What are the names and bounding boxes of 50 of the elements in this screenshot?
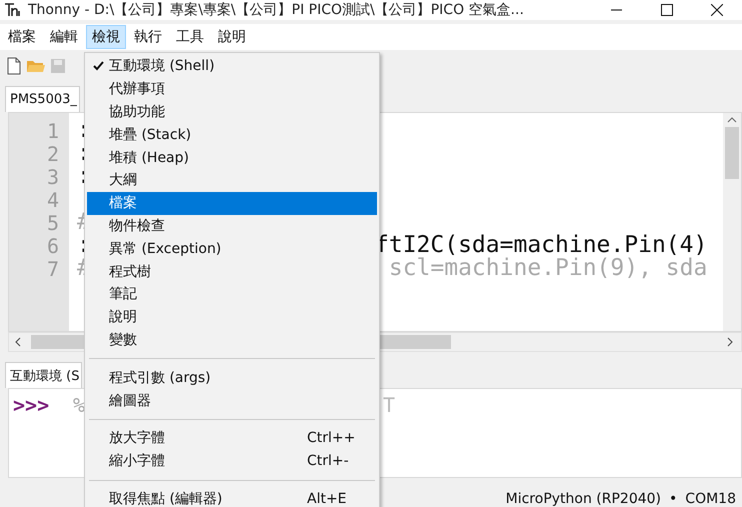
menu-item[interactable]: 物件檢查 xyxy=(87,214,377,238)
line-number: 4 xyxy=(46,188,60,211)
port-status: COM18 xyxy=(685,491,736,507)
menu-item[interactable]: 放大字體 Ctrl++ xyxy=(87,426,377,450)
menu-item[interactable]: 檔案 xyxy=(87,192,377,215)
menu-bar-item[interactable]: 執行 xyxy=(128,25,168,49)
shell-prompt: >>> xyxy=(12,393,50,419)
menu-item[interactable]: 繪圖器 xyxy=(87,389,377,412)
maximize-icon xyxy=(661,4,673,16)
app-logo-icon xyxy=(4,2,22,18)
scroll-left-icon[interactable] xyxy=(13,335,23,349)
menu-item[interactable]: 堆積 (Heap) xyxy=(87,146,377,169)
menu-bar-item[interactable]: 編輯 xyxy=(44,25,84,49)
menu-bar-item[interactable]: 工具 xyxy=(170,25,210,49)
code-text: scl=machine.Pin(9), sda xyxy=(388,257,708,280)
status-separator: • xyxy=(669,491,678,507)
menu-item[interactable]: 程式引數 (args) xyxy=(87,366,377,390)
menu-item[interactable]: 程式樹 xyxy=(87,260,377,283)
menu-item[interactable]: 縮小字體 Ctrl+- xyxy=(87,450,377,473)
menu-item[interactable]: 協助功能 xyxy=(87,100,377,124)
menu-item[interactable]: 互動環境 (Shell) xyxy=(87,55,377,78)
line-number: 7 xyxy=(46,257,60,280)
code-text: ftI2C(sda=machine.Pin(4) xyxy=(375,234,708,257)
menu-item[interactable]: 說明 xyxy=(87,306,377,329)
new-file-icon[interactable] xyxy=(6,57,22,75)
menu-bar-item[interactable]: 檔案 xyxy=(2,25,42,49)
vertical-scrollbar[interactable] xyxy=(723,113,741,331)
menu-bar-item[interactable]: 檢視 xyxy=(86,25,126,49)
scrollbar-thumb[interactable] xyxy=(725,127,739,179)
shell-text: % xyxy=(73,393,86,417)
shell-text: T xyxy=(383,393,396,419)
line-number: 6 xyxy=(46,234,60,257)
interpreter-status[interactable]: MicroPython (RP2040) xyxy=(506,491,662,507)
line-number: 1 xyxy=(46,119,60,142)
menu-bar-item[interactable]: 說明 xyxy=(212,25,252,49)
menu-item[interactable]: 變數 xyxy=(87,328,377,352)
line-number: 5 xyxy=(46,211,60,234)
menu-item[interactable]: 異常 (Exception) xyxy=(87,237,377,260)
menu-item[interactable]: 筆記 xyxy=(87,282,377,306)
close-icon xyxy=(711,4,723,16)
line-number: 3 xyxy=(46,165,60,188)
menu-item[interactable]: 取得焦點 (編輯器) Alt+E xyxy=(87,488,377,507)
menu-item[interactable]: 代辦事項 xyxy=(87,78,377,101)
scroll-right-icon[interactable] xyxy=(725,335,735,349)
menu-item[interactable]: 堆疊 (Stack) xyxy=(87,123,377,146)
line-number: 2 xyxy=(46,142,60,165)
editor-tab[interactable]: PMS5003_ xyxy=(5,86,80,112)
shell-tab[interactable]: 互動環境 (S xyxy=(5,362,82,388)
menu-item[interactable]: 大綱 xyxy=(87,168,377,192)
window-title: Thonny - D:\【公司】專案\專案\【公司】PI PICO測試\【公司】PICO 空氣盒... xyxy=(28,1,525,19)
